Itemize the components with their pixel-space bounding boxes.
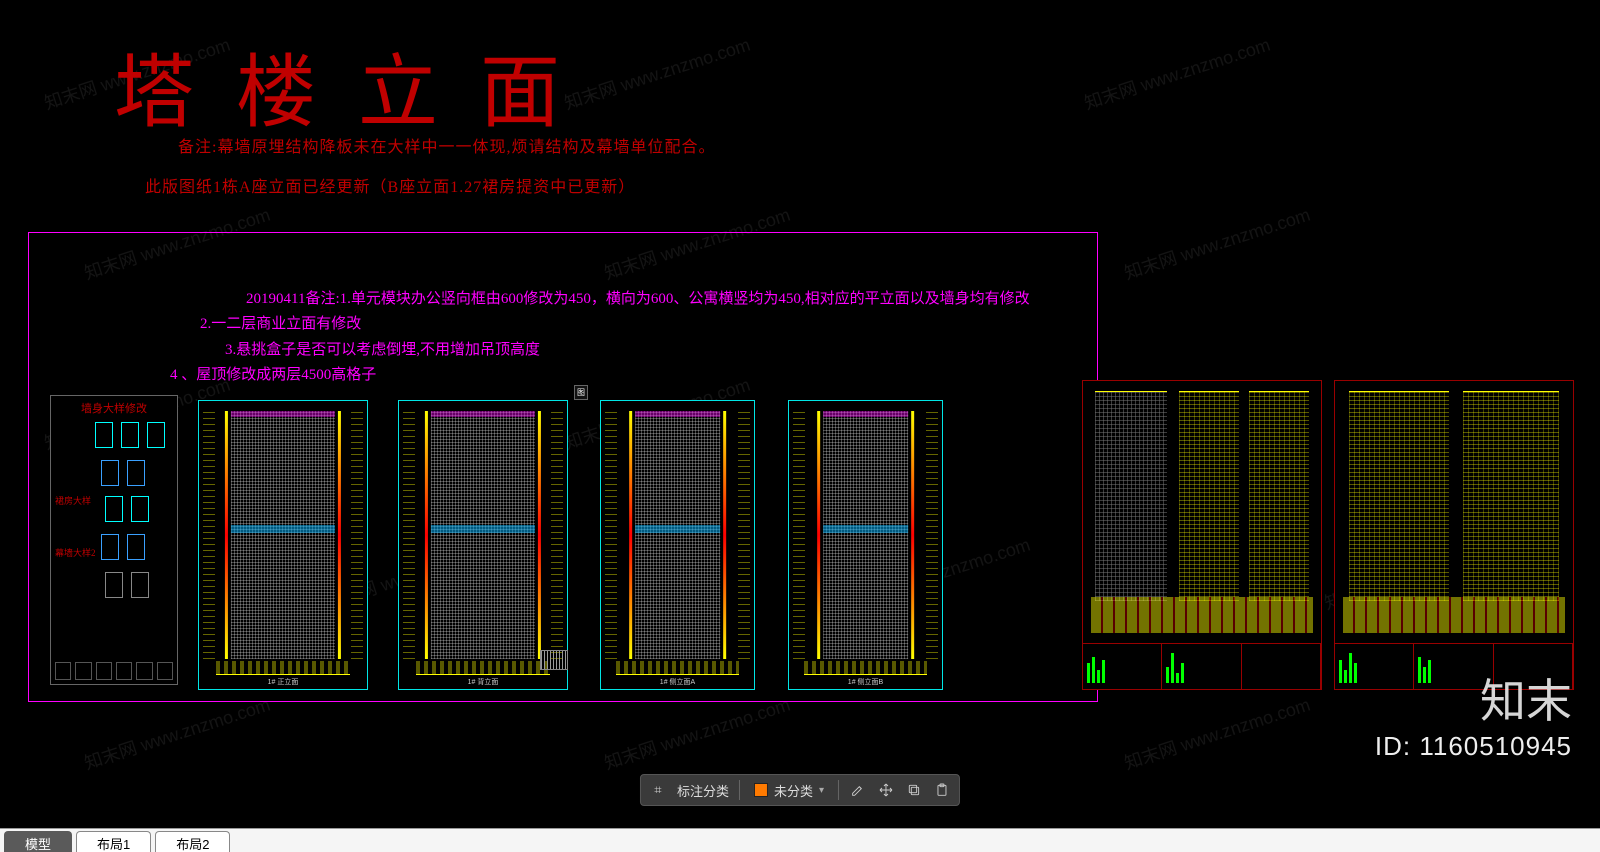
category-swatch (754, 783, 768, 797)
detail-legend-card: 墙身大样修改 裙房大样 幕墙大样2 (50, 395, 178, 685)
view-marker: 图 (574, 385, 588, 400)
annotation-toolbar[interactable]: ⌗ 标注分类 未分类 ▾ (640, 774, 960, 806)
category-dropdown[interactable]: 未分类 ▾ (750, 779, 828, 802)
note-line-1: 备注:幕墙原埋结构降板未在大样中一一体现,烦请结构及幕墙单位配合。 (178, 133, 715, 157)
right-sheets (1082, 380, 1582, 700)
tab-model[interactable]: 模型 (4, 831, 72, 852)
revision-note-1: 20190411备注:1.单元模块办公竖向框由600修改为450，横向为600、… (246, 287, 1030, 308)
grid-icon[interactable]: ⌗ (649, 781, 667, 799)
paste-icon[interactable] (933, 781, 951, 799)
detail-side-label-1: 裙房大样 (55, 494, 91, 507)
move-icon[interactable] (877, 781, 895, 799)
elevation-4: 1# 侧立面B (788, 400, 943, 690)
elevation-2: 1# 背立面 (398, 400, 568, 690)
tab-layout2[interactable]: 布局2 (155, 831, 230, 852)
drawing-canvas[interactable]: 知末网 www.znzmo.com 知末网 www.znzmo.com 知末网 … (0, 0, 1600, 812)
layout-tab-bar: 模型 布局1 布局2 (0, 828, 1600, 852)
elevation-1: 1# 正立面 (198, 400, 368, 690)
revision-note-3: 3.悬挑盒子是否可以考虑倒埋,不用增加吊顶高度 (225, 338, 540, 359)
edit-icon[interactable] (849, 781, 867, 799)
elevation-4-caption: 1# 侧立面B (789, 677, 942, 687)
revision-note-2: 2.一二层商业立面有修改 (200, 312, 361, 333)
sheet-2 (1334, 380, 1574, 690)
chevron-down-icon: ▾ (819, 785, 824, 796)
aux-structure (540, 650, 568, 670)
detail-side-label-2: 幕墙大样2 (55, 546, 96, 559)
tab-layout1[interactable]: 布局1 (76, 831, 151, 852)
note-line-2: 此版图纸1栋A座立面已经更新（B座立面1.27裙房提资中已更新） (145, 173, 635, 197)
detail-legend-header: 墙身大样修改 (51, 396, 177, 418)
elevation-2-caption: 1# 背立面 (399, 677, 567, 687)
copy-icon[interactable] (905, 781, 923, 799)
category-status: 未分类 (774, 781, 813, 800)
elevation-3-caption: 1# 侧立面A (601, 677, 754, 687)
sheet-1 (1082, 380, 1322, 690)
elevation-3: 1# 侧立面A (600, 400, 755, 690)
revision-note-4: 4 、屋顶修改成两层4500高格子 (170, 363, 376, 384)
classify-label: 标注分类 (677, 781, 729, 800)
id-text: ID: 1160510945 (1375, 731, 1572, 762)
elevation-1-caption: 1# 正立面 (199, 677, 367, 687)
drawing-title: 塔楼立面 (114, 28, 602, 144)
